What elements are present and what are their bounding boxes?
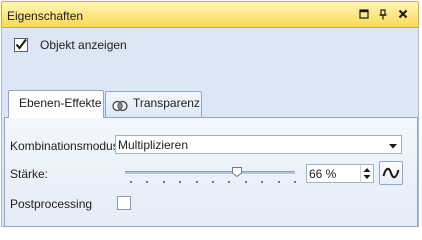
slider-tick <box>212 181 214 183</box>
strength-spinbox[interactable]: 66 % <box>306 164 374 183</box>
pin-icon[interactable] <box>377 8 389 20</box>
close-icon[interactable] <box>397 8 409 20</box>
spin-down-icon <box>363 175 371 179</box>
slider-tick <box>277 181 280 183</box>
panel-title: Eigenschaften <box>7 9 84 23</box>
show-object-checkbox[interactable] <box>14 38 28 52</box>
maximize-icon[interactable] <box>358 8 370 20</box>
tab-layer-effects[interactable]: Ebenen-Effekte <box>8 90 104 118</box>
slider-tick <box>162 181 165 183</box>
slider-tick <box>244 181 247 183</box>
strength-spin-buttons[interactable] <box>360 165 373 182</box>
title-bar: Eigenschaften <box>1 1 419 28</box>
strength-slider-track[interactable] <box>125 171 295 174</box>
checkmark-icon <box>15 38 27 50</box>
slider-tick <box>146 181 149 183</box>
postprocessing-checkbox[interactable] <box>117 196 131 210</box>
tab-transparency[interactable]: Transparenz <box>105 91 202 117</box>
slider-tick <box>130 181 132 183</box>
strength-value: 66 % <box>309 167 337 181</box>
strength-curve-button[interactable] <box>379 161 403 185</box>
show-object-label: Objekt anzeigen <box>40 38 127 52</box>
strength-label: Stärke: <box>10 167 49 181</box>
properties-panel: Eigenschaften Objekt anzeigen Ebenen-Eff… <box>0 0 422 228</box>
curve-icon <box>382 167 400 179</box>
blend-mode-value: Multiplizieren <box>118 138 189 152</box>
tab-transparency-label: Transparenz <box>133 96 200 110</box>
tab-layer-effects-label: Ebenen-Effekte <box>19 96 102 110</box>
chevron-down-icon <box>388 140 398 150</box>
spin-up-icon <box>363 168 371 172</box>
strength-slider-thumb[interactable] <box>232 166 243 178</box>
slider-tick <box>228 181 231 183</box>
slider-tick <box>195 181 198 183</box>
blend-mode-dropdown[interactable]: Multiplizieren <box>115 135 402 154</box>
slider-tick <box>179 181 182 183</box>
postprocessing-label: Postprocessing <box>10 197 93 211</box>
slider-tick <box>261 181 264 183</box>
blend-mode-label: Kombinationsmodus: <box>10 139 123 153</box>
slider-tick <box>294 181 296 183</box>
